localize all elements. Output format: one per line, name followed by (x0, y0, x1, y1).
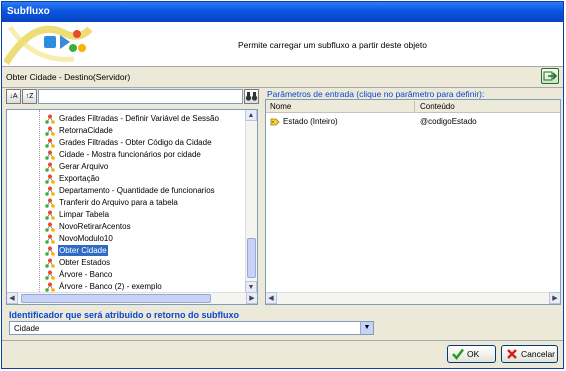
grid-horizontal-scrollbar[interactable]: ◀ ▶ (266, 292, 560, 304)
tree-item-label: Tranferir do Arquivo para a tabela (59, 198, 178, 207)
tree-item-label: RetornaCidade (59, 126, 113, 135)
scroll-up-icon[interactable]: ▲ (245, 110, 257, 121)
subflow-node-icon (45, 198, 55, 208)
divider (2, 87, 563, 88)
return-identifier-label: Identificador que será atribuido o retor… (9, 310, 240, 320)
sort-ascending-button[interactable]: ↓A (6, 89, 21, 104)
parameters-grid: Nome Conteúdo Estado (Inteiro) @codigoEs… (265, 99, 561, 305)
window-title: Subfluxo (2, 2, 563, 22)
cancel-label: Cancelar (521, 349, 556, 359)
ok-button[interactable]: OK (447, 345, 496, 363)
sort-descending-button[interactable]: ↑Z (22, 89, 37, 104)
sort-ascending-icon: ↓A (9, 93, 18, 100)
find-button[interactable] (244, 89, 259, 104)
tree-item-label: Obter Estados (59, 258, 111, 267)
chevron-down-icon[interactable]: ▼ (360, 322, 373, 334)
subflow-node-icon (45, 174, 55, 184)
tree-item-label: NovoModulo10 (59, 234, 113, 243)
context-label: Obter Cidade - Destino(Servidor) (6, 72, 131, 82)
subfluxo-dialog: Subfluxo Permite carregar um subfluxo a … (1, 1, 564, 369)
search-input[interactable] (38, 89, 243, 104)
tree-item-label: NovoRetirarAcentos (59, 222, 131, 231)
subflow-node-icon (45, 162, 55, 172)
vertical-scroll-thumb[interactable] (247, 238, 256, 278)
context-bar: Obter Cidade - Destino(Servidor) (2, 68, 563, 86)
scroll-right-icon[interactable]: ▶ (549, 292, 560, 304)
tree-item-label: Árvore - Banco (59, 270, 113, 279)
tree-item-label: Obter Cidade (58, 245, 108, 256)
column-header-nome[interactable]: Nome (266, 100, 291, 113)
checkmark-icon (452, 348, 464, 360)
tree-item-label: Limpar Tabela (59, 210, 110, 219)
subflow-node-icon (45, 270, 55, 280)
subflow-node-icon (45, 222, 55, 232)
subflow-node-icon (45, 234, 55, 244)
divider (2, 340, 563, 341)
column-divider (414, 101, 415, 112)
subflow-node-icon (45, 258, 55, 268)
column-header-conteudo[interactable]: Conteúdo (416, 100, 455, 113)
subflow-node-icon (45, 126, 55, 136)
subflow-tree[interactable]: Grades Filtradas - Definir Variável de S… (6, 109, 258, 305)
binoculars-icon (245, 92, 258, 101)
banner-description: Permite carregar um subfluxo a partir de… (238, 40, 427, 50)
parameters-label: Parâmetros de entrada (clique no parâmet… (267, 89, 485, 99)
scroll-left-icon[interactable]: ◀ (7, 292, 18, 304)
exit-arrow-icon (543, 71, 558, 81)
horizontal-scroll-thumb[interactable] (21, 294, 211, 303)
subflow-node-icon (45, 210, 55, 220)
return-identifier-value: Cidade (14, 324, 40, 333)
tree-guide-line (39, 110, 40, 292)
return-identifier-select[interactable]: Cidade ▼ (9, 321, 374, 335)
tree-item-label: Departamento - Quantidade de funcionario… (59, 186, 215, 195)
parameter-name: Estado (Inteiro) (283, 117, 338, 126)
sort-descending-icon: ↑Z (25, 93, 34, 100)
tree-item-label: Gerar Arquivo (59, 162, 109, 171)
subflow-logo-icon (4, 25, 92, 65)
scroll-left-icon[interactable]: ◀ (266, 292, 277, 304)
banner: Permite carregar um subfluxo a partir de… (2, 22, 563, 67)
subflow-node-icon (45, 138, 55, 148)
input-parameters-panel: Parâmetros de entrada (clique no parâmet… (265, 89, 561, 306)
tree-item-label: Árvore - Banco (2) - exemplo (59, 282, 162, 291)
subflow-node-icon (45, 282, 55, 292)
cancel-button[interactable]: Cancelar (501, 345, 558, 363)
ok-label: OK (467, 349, 480, 359)
grid-header: Nome Conteúdo (266, 100, 560, 113)
tree-vertical-scrollbar[interactable]: ▲ ▼ (245, 110, 257, 293)
subflow-node-icon (45, 186, 55, 196)
subflow-node-icon (45, 246, 55, 256)
tree-item-label: Grades Filtradas - Definir Variável de S… (59, 114, 219, 123)
tree-horizontal-scrollbar[interactable]: ◀ ▶ (7, 292, 257, 304)
tree-item-label: Grades Filtradas - Obter Código da Cidad… (59, 138, 212, 147)
tree-toolbar: ↓A ↑Z (6, 89, 261, 106)
subflow-node-icon (45, 150, 55, 160)
subflow-node-icon (45, 114, 55, 124)
tree-item-label: Exportação (59, 174, 100, 183)
parameter-content: @codigoEstado (420, 117, 477, 126)
parameter-icon (270, 118, 280, 126)
tree-item-label: Cidade - Mostra funcionários por cidade (59, 150, 201, 159)
close-icon (507, 349, 517, 359)
subflow-tree-panel: ↓A ↑Z Grades Filtradas - Definir Variáve… (6, 89, 261, 306)
scroll-right-icon[interactable]: ▶ (246, 292, 257, 304)
parameter-row[interactable]: Estado (Inteiro) @codigoEstado (266, 116, 560, 128)
exit-button[interactable] (541, 68, 559, 84)
